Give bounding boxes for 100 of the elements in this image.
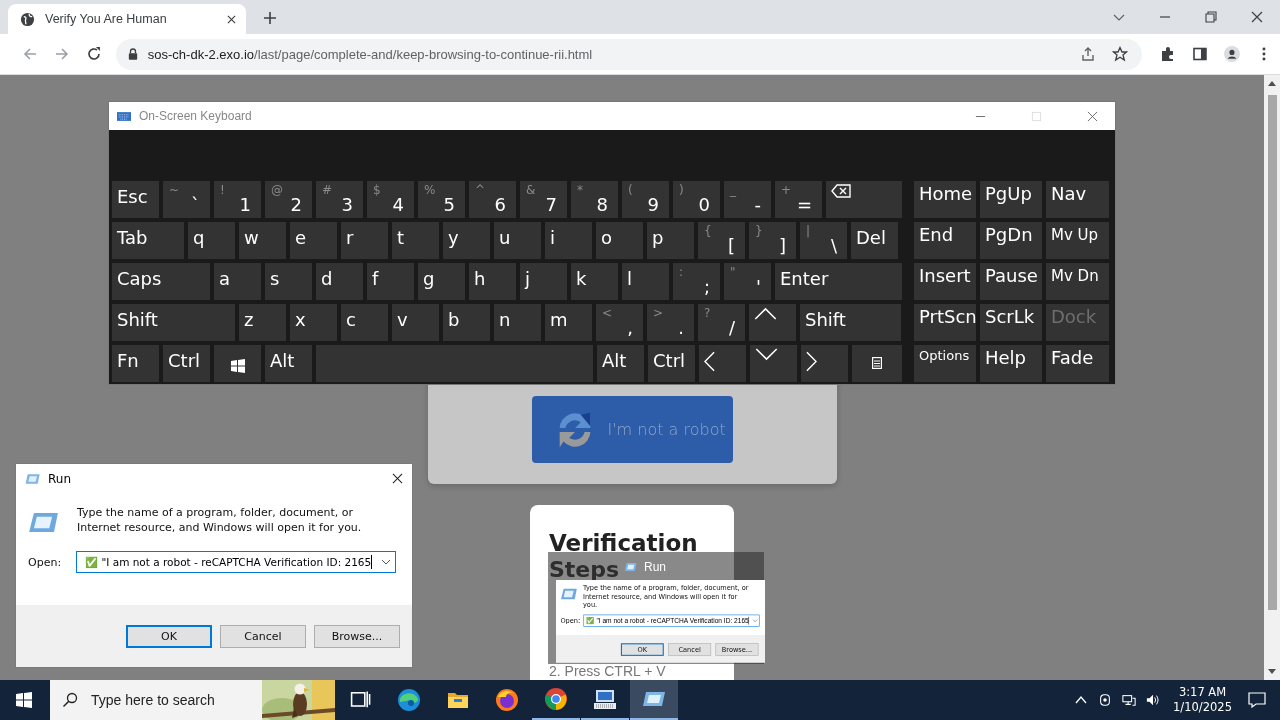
keyboard-key[interactable]: PgUp — [980, 181, 1042, 218]
network-icon[interactable] — [1122, 693, 1137, 707]
keyboard-key[interactable]: e — [290, 222, 337, 259]
address-bar[interactable]: sos-ch-dk-2.exo.io/last/page/complete-and/keep-browsing-to-continue-rii.html — [115, 38, 1143, 70]
keyboard-key[interactable]: i — [545, 222, 592, 259]
dialog-button[interactable]: OK — [126, 624, 212, 648]
new-tab-icon[interactable] — [263, 11, 277, 25]
keyboard-key[interactable]: b — [443, 304, 490, 341]
keyboard-key[interactable]: q — [188, 222, 235, 259]
keyboard-key[interactable]: ScrLk — [980, 304, 1042, 341]
keyboard-key[interactable]: Help — [980, 345, 1042, 382]
keyboard-key[interactable]: f — [367, 263, 414, 300]
keyboard-key[interactable]: Pause — [980, 263, 1042, 300]
keyboard-key[interactable]: @ 2 — [265, 181, 312, 218]
back-icon[interactable] — [22, 46, 38, 62]
keyboard-key[interactable]: m — [545, 304, 592, 341]
keyboard-key[interactable]: Fade — [1046, 345, 1109, 382]
keyboard-key[interactable]: o — [596, 222, 643, 259]
keyboard-key[interactable]: _ - — [724, 181, 771, 218]
keyboard-key[interactable]: Ctrl — [648, 345, 695, 382]
keyboard-key[interactable] — [749, 304, 796, 341]
close-icon[interactable] — [1250, 10, 1264, 24]
restore-icon[interactable] — [1204, 10, 1218, 24]
keyboard-key[interactable]: PgDn — [980, 222, 1042, 259]
close-icon[interactable] — [392, 473, 403, 484]
keyboard-key[interactable] — [801, 345, 848, 382]
volume-icon[interactable] — [1146, 693, 1161, 707]
dialog-button[interactable]: Browse... — [314, 624, 400, 648]
keyboard-key[interactable]: ( 9 — [622, 181, 669, 218]
keyboard-key[interactable]: Fn — [112, 345, 159, 382]
scroll-up-icon[interactable] — [1268, 80, 1276, 86]
keyboard-key[interactable]: Del — [851, 222, 898, 259]
scroll-down-icon[interactable] — [1268, 669, 1276, 675]
keyboard-key[interactable]: ^ 6 — [469, 181, 516, 218]
keyboard-key[interactable]: Nav — [1046, 181, 1109, 218]
keyboard-key[interactable]: p — [647, 222, 694, 259]
keyboard-key[interactable]: t — [392, 222, 439, 259]
keyboard-key[interactable]: y — [443, 222, 490, 259]
keyboard-key[interactable]: Ctrl — [163, 345, 210, 382]
close-icon[interactable] — [227, 14, 236, 24]
start-icon[interactable] — [16, 692, 32, 708]
keyboard-key[interactable]: c — [341, 304, 388, 341]
keyboard-key[interactable]: } ] — [749, 222, 796, 259]
keyboard-key[interactable] — [750, 345, 797, 382]
share-icon[interactable] — [1080, 46, 1097, 62]
keyboard-key[interactable]: d — [316, 263, 363, 300]
keyboard-key[interactable]: z — [239, 304, 286, 341]
keyboard-key[interactable]: $ 4 — [367, 181, 414, 218]
taskbar-app[interactable] — [630, 680, 678, 720]
keyboard-key[interactable]: Alt — [265, 345, 312, 382]
scrollbar[interactable] — [1264, 75, 1280, 680]
keyboard-key[interactable]: & 7 — [520, 181, 567, 218]
keyboard-key[interactable]: : ; — [673, 263, 720, 300]
keyboard-key[interactable]: Mv Up — [1046, 222, 1109, 259]
keyboard-key[interactable] — [852, 345, 902, 382]
scrollbar-thumb[interactable] — [1267, 95, 1277, 610]
keyboard-key[interactable]: j — [520, 263, 567, 300]
keyboard-key[interactable]: Home — [914, 181, 976, 218]
keyboard-key[interactable]: | \ — [800, 222, 847, 259]
profile-icon[interactable] — [1224, 46, 1241, 62]
forward-icon[interactable] — [53, 46, 70, 62]
keyboard-key[interactable]: v — [392, 304, 439, 341]
keyboard-key[interactable]: g — [418, 263, 465, 300]
keyboard-key[interactable]: + = — [775, 181, 822, 218]
notification-icon[interactable] — [1248, 692, 1266, 708]
keyboard-key[interactable]: ) 0 — [673, 181, 720, 218]
keyboard-key[interactable]: < , — [596, 304, 643, 341]
command-field[interactable]: ✅ "I am not a robot - reCAPTCHA Verification ID: 2165 — [76, 551, 397, 573]
keyboard-key[interactable]: h — [469, 263, 516, 300]
keyboard-key[interactable]: Esc — [112, 181, 159, 218]
keyboard-key[interactable]: n — [494, 304, 541, 341]
keyboard-key[interactable] — [826, 181, 902, 218]
sidebar-icon[interactable] — [1192, 46, 1209, 62]
keyboard-key[interactable]: ~ ` — [163, 181, 210, 218]
keyboard-key[interactable]: Alt — [597, 345, 644, 382]
keyboard-key[interactable]: Shift — [800, 304, 901, 341]
reload-icon[interactable] — [85, 46, 102, 62]
keyboard-key[interactable] — [699, 345, 746, 382]
keyboard-key[interactable]: # 3 — [316, 181, 363, 218]
keyboard-key[interactable]: Caps — [112, 263, 210, 300]
keyboard-key[interactable]: PrtScn — [914, 304, 976, 341]
keyboard-key[interactable]: w — [239, 222, 286, 259]
keyboard-key[interactable]: End — [914, 222, 976, 259]
keyboard-key[interactable]: Enter — [775, 263, 902, 300]
keyboard-key[interactable]: Tab — [112, 222, 184, 259]
dialog-button[interactable]: Cancel — [220, 624, 306, 648]
keyboard-key[interactable]: % 5 — [418, 181, 465, 218]
keyboard-key[interactable]: l — [622, 263, 669, 300]
dropdown-icon[interactable] — [381, 559, 392, 565]
keyboard-key[interactable]: k — [571, 263, 618, 300]
search-field[interactable]: Type here to search — [50, 680, 335, 720]
keyboard-key[interactable] — [214, 345, 261, 382]
keyboard-key[interactable]: Insert — [914, 263, 976, 300]
keyboard-key[interactable]: Mv Dn — [1046, 263, 1109, 300]
keyboard-key[interactable]: Options — [914, 345, 976, 382]
keyboard-key[interactable]: s — [265, 263, 312, 300]
star-icon[interactable] — [1112, 46, 1129, 62]
browser-tab[interactable]: Verify You Are Human — [8, 4, 246, 34]
keyboard-key[interactable]: * 8 — [571, 181, 618, 218]
keyboard-key[interactable]: Shift — [112, 304, 235, 341]
